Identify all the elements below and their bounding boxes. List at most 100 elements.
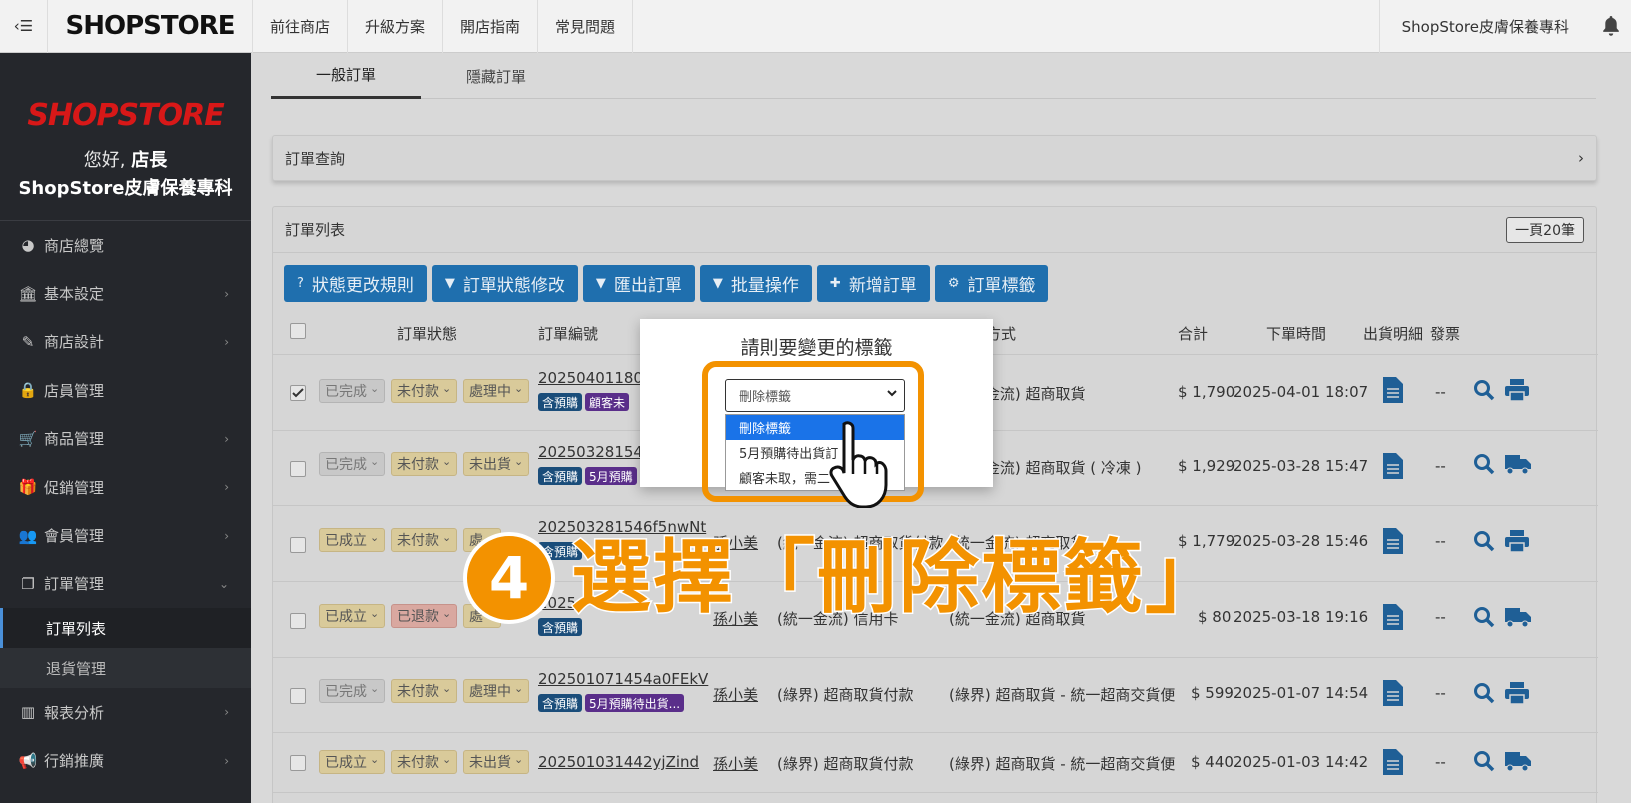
document-icon[interactable]: [1383, 528, 1403, 558]
sidebar-item-label: 報表分析: [44, 703, 105, 722]
status-payment-select[interactable]: 未付款: [391, 528, 458, 552]
tag-badge: 含預購: [538, 393, 583, 411]
order-list-title: 訂單列表: [285, 221, 346, 239]
sidebar-item-overview[interactable]: ◕ 商店總覽: [0, 221, 251, 269]
sidebar-subitem-returns[interactable]: 退貨管理: [0, 648, 251, 689]
order-toolbar: ? 狀態更改規則 ▼ 訂單狀態修改 ▼ 匯出訂單 ▼ 批量操作 ✚ 新增訂單 ⚙ 訂單標籤: [284, 265, 1049, 302]
bank-icon: 🏛: [18, 284, 38, 303]
export-orders-button[interactable]: ▼ 匯出訂單: [582, 265, 695, 302]
status-order-select[interactable]: 已成立: [319, 604, 386, 628]
tag-badge: 顧客未: [585, 393, 630, 411]
step-callout: 4 選擇「刪除標籤」: [463, 530, 1227, 625]
batch-actions-button[interactable]: ▼ 批量操作: [699, 265, 812, 302]
sidebar-toggle-icon[interactable]: ‹☰: [0, 0, 48, 53]
status-shipping-select[interactable]: 處理中: [463, 679, 530, 703]
order-list-panel: 訂單列表 一頁20筆 ? 狀態更改規則 ▼ 訂單狀態修改 ▼ 匯出訂單 ▼ 批量操作 ✚…: [272, 206, 1598, 803]
search-icon[interactable]: [1473, 530, 1495, 556]
sidebar-subitem-order-list[interactable]: 訂單列表: [0, 608, 251, 649]
search-icon[interactable]: [1473, 453, 1495, 479]
order-id-link[interactable]: 202501071454a0FEkV: [538, 670, 708, 688]
document-icon[interactable]: [1383, 604, 1403, 634]
users-icon: 👥: [18, 526, 38, 545]
per-page-select[interactable]: 一頁20筆: [1506, 216, 1584, 243]
status-shipping-select[interactable]: 未出貨: [463, 452, 530, 476]
top-bar: ‹☰ SHOPSTORE 前往商店 升級方案 開店指南 常見問題 ShopSto…: [0, 0, 1631, 53]
sidebar-item-basic-settings[interactable]: 🏛 基本設定 ›: [0, 269, 251, 317]
row-checkbox[interactable]: [290, 755, 306, 771]
table-row[interactable]: 已成立 未付款 未出貨 202501031442yjZind 孫小美 (綠界) …: [273, 733, 1598, 793]
status-order-select[interactable]: 已完成: [319, 452, 386, 476]
document-icon[interactable]: [1383, 453, 1403, 483]
status-order-select[interactable]: 已成立: [319, 750, 386, 774]
nav-guide[interactable]: 開店指南: [443, 0, 539, 53]
nav-go-store[interactable]: 前往商店: [253, 0, 349, 53]
print-icon[interactable]: [1505, 530, 1529, 556]
add-order-button[interactable]: ✚ 新增訂單: [816, 265, 930, 302]
row-checkbox-checked[interactable]: [290, 385, 306, 401]
status-shipping-select[interactable]: 未出貨: [463, 750, 530, 774]
tag-badge: 5月預購: [585, 467, 637, 485]
order-status-edit-button[interactable]: ▼ 訂單狀態修改: [431, 265, 578, 302]
nav-faq[interactable]: 常見問題: [538, 0, 634, 53]
sidebar-item-promotions[interactable]: 🎁 促銷管理 ›: [0, 463, 251, 511]
tab-general-orders[interactable]: 一般訂單: [271, 53, 421, 99]
store-name-link[interactable]: ShopStore皮膚保養專科: [1378, 0, 1591, 53]
status-payment-select[interactable]: 未付款: [391, 379, 458, 403]
print-icon[interactable]: [1505, 682, 1529, 708]
copy-icon: ❐: [21, 574, 35, 593]
truck-icon[interactable]: [1505, 752, 1531, 776]
status-payment-select[interactable]: 已退款: [391, 604, 458, 628]
row-checkbox[interactable]: [290, 613, 306, 629]
row-checkbox[interactable]: [290, 537, 306, 553]
truck-icon[interactable]: [1505, 608, 1531, 632]
status-payment-select[interactable]: 未付款: [391, 679, 458, 703]
order-id-link[interactable]: 20250401180: [538, 369, 643, 387]
row-checkbox[interactable]: [290, 688, 306, 704]
member-name-link[interactable]: 孫小美: [713, 753, 758, 774]
order-id-link[interactable]: 202501031442yjZind: [538, 753, 699, 771]
status-shipping-select[interactable]: 處理中: [463, 379, 530, 403]
document-icon[interactable]: [1383, 680, 1403, 710]
sidebar-item-label: 會員管理: [44, 527, 105, 546]
truck-icon[interactable]: [1505, 455, 1531, 479]
row-checkbox[interactable]: [290, 461, 306, 477]
sidebar-item-store-design[interactable]: ✎ 商店設計 ›: [0, 318, 251, 366]
search-icon[interactable]: [1473, 606, 1495, 632]
gear-icon: ⚙: [947, 276, 960, 291]
invoice-value: --: [1435, 753, 1446, 771]
print-icon[interactable]: [1505, 379, 1529, 405]
nav-upgrade[interactable]: 升級方案: [348, 0, 444, 53]
bell-icon[interactable]: [1591, 16, 1631, 36]
user-lock-icon: 🔒: [18, 381, 38, 400]
search-icon[interactable]: [1473, 750, 1495, 776]
sidebar-item-members[interactable]: 👥 會員管理 ›: [0, 511, 251, 559]
document-icon[interactable]: [1383, 377, 1403, 407]
invoice-value: --: [1435, 457, 1446, 475]
order-query-panel[interactable]: 訂單查詢 ›: [272, 135, 1597, 181]
plus-icon: ✚: [829, 276, 841, 291]
status-order-select[interactable]: 已完成: [319, 679, 386, 703]
document-icon[interactable]: [1383, 749, 1403, 779]
sidebar-item-products[interactable]: 🛒 商品管理 ›: [0, 415, 251, 463]
header-logo[interactable]: SHOPSTORE: [48, 0, 253, 53]
order-id-link[interactable]: 20250328154: [538, 443, 643, 461]
table-row[interactable]: 已完成 未付款 處理中 202501071454a0FEkV 含預購5月預購待出…: [273, 658, 1598, 733]
sidebar-item-label: 行銷推廣: [44, 752, 105, 771]
order-tags-button[interactable]: ⚙ 訂單標籤: [934, 265, 1049, 302]
tab-hidden-orders[interactable]: 隱藏訂單: [421, 53, 571, 99]
status-payment-select[interactable]: 未付款: [391, 452, 458, 476]
search-icon[interactable]: [1473, 379, 1495, 405]
sidebar-item-staff[interactable]: 🔒 店員管理: [0, 366, 251, 414]
sidebar-item-orders[interactable]: ❐ 訂單管理 ⌄: [0, 560, 251, 608]
status-order-select[interactable]: 已成立: [319, 528, 386, 552]
select-all-checkbox[interactable]: [290, 323, 306, 339]
hand-pointer-icon: [826, 418, 896, 512]
status-payment-select[interactable]: 未付款: [391, 750, 458, 774]
sidebar-item-reports[interactable]: ▥ 報表分析 ›: [0, 688, 251, 736]
member-name-link[interactable]: 孫小美: [713, 684, 758, 705]
search-icon[interactable]: [1473, 682, 1495, 708]
status-order-select[interactable]: 已完成: [319, 379, 386, 403]
sidebar-item-label: 基本設定: [44, 285, 105, 304]
status-rules-button[interactable]: ? 狀態更改規則: [284, 265, 427, 302]
sidebar-item-marketing[interactable]: 📢 行銷推廣 ›: [0, 737, 251, 785]
